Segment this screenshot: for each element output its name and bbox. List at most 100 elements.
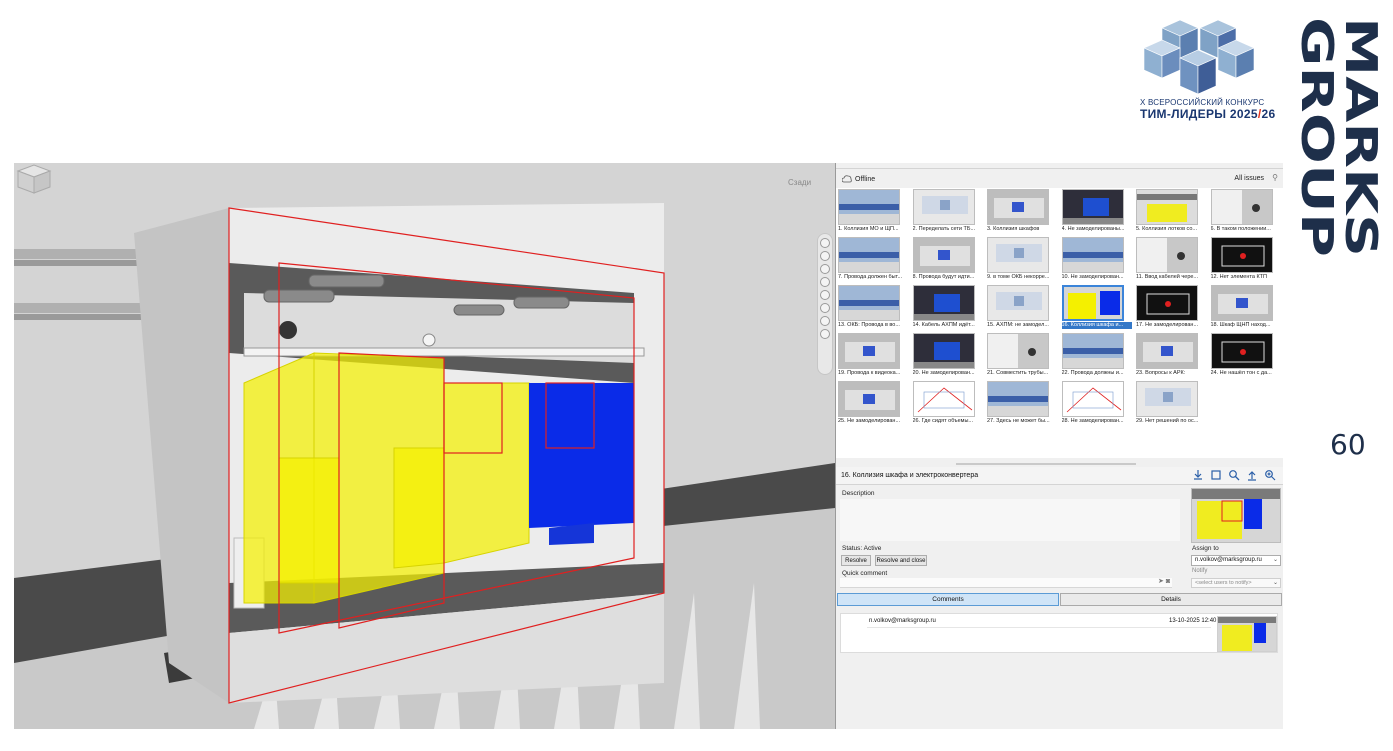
issue-tile[interactable]: 11. Ввод кабелей чере... — [1136, 237, 1208, 281]
camera-icon[interactable]: ◙ — [1166, 578, 1170, 585]
issue-thumbnail[interactable] — [1136, 189, 1198, 225]
issue-thumbnail[interactable] — [987, 189, 1049, 225]
issue-tile[interactable]: 21. Совместить трубы... — [987, 333, 1059, 377]
issue-thumbnail[interactable] — [987, 381, 1049, 417]
issue-thumbnail[interactable] — [912, 333, 975, 369]
brand-logo: MARKS GROUP — [1291, 14, 1388, 260]
issue-tile[interactable]: 22. Провода должны и... — [1061, 333, 1134, 377]
description-label: Description — [842, 490, 875, 497]
issue-tile[interactable]: 2. Переделать сети ТБ... — [912, 189, 985, 233]
issue-tile[interactable]: 8. Провода будут идти... — [912, 237, 985, 281]
issue-thumbnail[interactable] — [1136, 285, 1198, 321]
issue-tile[interactable]: 14. Кабель АХПМ идёт... — [912, 285, 985, 329]
issue-thumbnail[interactable] — [987, 285, 1049, 321]
issue-thumbnail[interactable] — [987, 333, 1049, 369]
issue-thumbnail[interactable] — [838, 285, 900, 321]
issue-tile[interactable]: 20. Не замоделирован... — [912, 333, 985, 377]
send-icon[interactable]: ➤ — [1158, 578, 1164, 585]
issue-thumbnail[interactable] — [1210, 333, 1273, 369]
viewcube-label[interactable]: Сзади — [788, 178, 811, 187]
search-icon[interactable] — [1228, 469, 1240, 481]
issue-filter[interactable]: All issues — [1234, 175, 1264, 182]
issue-thumbnail[interactable] — [912, 285, 975, 321]
select-icon[interactable] — [820, 329, 830, 339]
resolve-button[interactable]: Resolve — [841, 555, 871, 566]
issue-thumbnail[interactable] — [1061, 189, 1124, 225]
issue-tile[interactable]: 10. Не замоделирован... — [1061, 237, 1134, 281]
issue-thumbnail[interactable] — [1210, 237, 1273, 273]
tab-details[interactable]: Details — [1060, 593, 1282, 606]
issue-thumbnail[interactable] — [912, 237, 975, 273]
pan-icon[interactable] — [820, 251, 830, 261]
issue-tile[interactable]: 18. Шкаф ЩНП наход... — [1210, 285, 1283, 329]
issue-thumbnail[interactable] — [838, 189, 900, 225]
assignee-select[interactable]: n.volkov@marksgroup.ru ⌄ — [1191, 555, 1281, 566]
comment-item[interactable]: n.volkov@marksgroup.ru 13-10-2025 12:40 — [840, 613, 1278, 653]
3d-viewport[interactable]: Сзади — [14, 163, 835, 729]
issue-tile[interactable]: 6. В таком положении... — [1210, 189, 1283, 233]
section-icon[interactable] — [820, 316, 830, 326]
issue-thumbnail[interactable] — [1061, 237, 1124, 273]
issue-thumbnail[interactable] — [1061, 333, 1124, 369]
comment-author: n.volkov@marksgroup.ru — [869, 618, 936, 624]
navigation-bar — [817, 233, 833, 375]
zoom-icon[interactable] — [820, 264, 830, 274]
panel-splitter[interactable] — [956, 463, 1136, 465]
issue-tile[interactable]: 5. Коллизия лотков со... — [1136, 189, 1208, 233]
issue-tile[interactable]: 16. Коллизия шкафа и... — [1061, 285, 1134, 329]
walk-icon[interactable] — [820, 303, 830, 313]
notify-select[interactable]: <select users to notify> ⌄ — [1191, 578, 1281, 588]
issue-thumbnail[interactable] — [1136, 333, 1198, 369]
issue-tile[interactable]: 12. Нет элемента КТП — [1210, 237, 1283, 281]
issue-tile[interactable]: 13. ОКБ: Провода в во... — [838, 285, 910, 329]
issue-tile[interactable]: 15. АХПМ: не замодел... — [987, 285, 1059, 329]
orbit-icon[interactable] — [820, 277, 830, 287]
issue-thumbnail[interactable] — [838, 237, 900, 273]
steering-wheel-icon[interactable] — [820, 238, 830, 248]
zoom-icon[interactable] — [1264, 469, 1276, 481]
comment-thumbnail[interactable] — [1217, 616, 1277, 652]
issue-tile[interactable]: 29. Нет решений по ос... — [1136, 381, 1208, 425]
issue-thumbnail[interactable] — [838, 333, 900, 369]
viewcube-icon[interactable] — [14, 163, 54, 195]
resolve-and-close-button[interactable]: Resolve and close — [875, 555, 927, 566]
issue-tile[interactable]: 27. Здесь не может бы... — [987, 381, 1059, 425]
issue-tile[interactable]: 26. Где сидят объемы... — [912, 381, 985, 425]
issue-tile[interactable]: 28. Не замоделирован... — [1061, 381, 1134, 425]
issue-thumbnail[interactable] — [1210, 189, 1273, 225]
issue-tile[interactable]: 7. Провода должен быт... — [838, 237, 910, 281]
issue-thumbnail[interactable] — [1136, 237, 1198, 273]
issue-tile[interactable]: 24. Не нашёл тон с да... — [1210, 333, 1283, 377]
issue-tile[interactable]: 23. Вопросы к АРК: — [1136, 333, 1208, 377]
issue-tile[interactable]: 3. Коллизия шкафов — [987, 189, 1059, 233]
quick-comment-input[interactable] — [840, 578, 1172, 588]
download-icon[interactable] — [1192, 469, 1204, 481]
issue-tile[interactable]: 17. Не замоделирован... — [1136, 285, 1208, 329]
tab-comments[interactable]: Comments — [837, 593, 1059, 606]
issue-thumbnail[interactable] — [838, 381, 900, 417]
filter-icon[interactable]: ⚲ — [1272, 173, 1278, 182]
issue-thumbnail[interactable] — [1210, 285, 1273, 321]
issue-tile[interactable]: 1. Коллизия МО и ЩП... — [838, 189, 910, 233]
issue-tile[interactable]: 4. Не замоделированы... — [1061, 189, 1134, 233]
issue-thumbnail[interactable] — [1136, 381, 1198, 417]
issue-thumbnail[interactable] — [1191, 488, 1281, 543]
page-number: 60 — [1330, 428, 1366, 461]
issue-tile[interactable]: 25. Не замоделирован... — [838, 381, 910, 425]
issue-label: 17. Не замоделирован... — [1136, 322, 1199, 328]
issue-thumbnail[interactable] — [912, 189, 975, 225]
export-icon[interactable] — [1246, 469, 1258, 481]
issue-thumbnail[interactable] — [1061, 381, 1124, 417]
description-field[interactable] — [840, 499, 1180, 541]
issue-tile[interactable]: 9. в томе ОКБ некорре... — [987, 237, 1059, 281]
cubes-logo-icon — [1143, 19, 1255, 95]
issue-thumbnail[interactable] — [987, 237, 1049, 273]
look-icon[interactable] — [820, 290, 830, 300]
issues-panel: Offline All issues ⚲ 1. Коллизия МО и ЩП… — [835, 163, 1283, 729]
issue-label: 8. Провода будут идти... — [912, 274, 975, 280]
issue-thumbnail[interactable] — [912, 381, 975, 417]
issue-label: 3. Коллизия шкафов — [987, 226, 1040, 232]
fit-view-icon[interactable] — [1210, 469, 1222, 481]
issue-thumbnail[interactable] — [1061, 285, 1124, 321]
issue-tile[interactable]: 19. Провода к видеока... — [838, 333, 910, 377]
